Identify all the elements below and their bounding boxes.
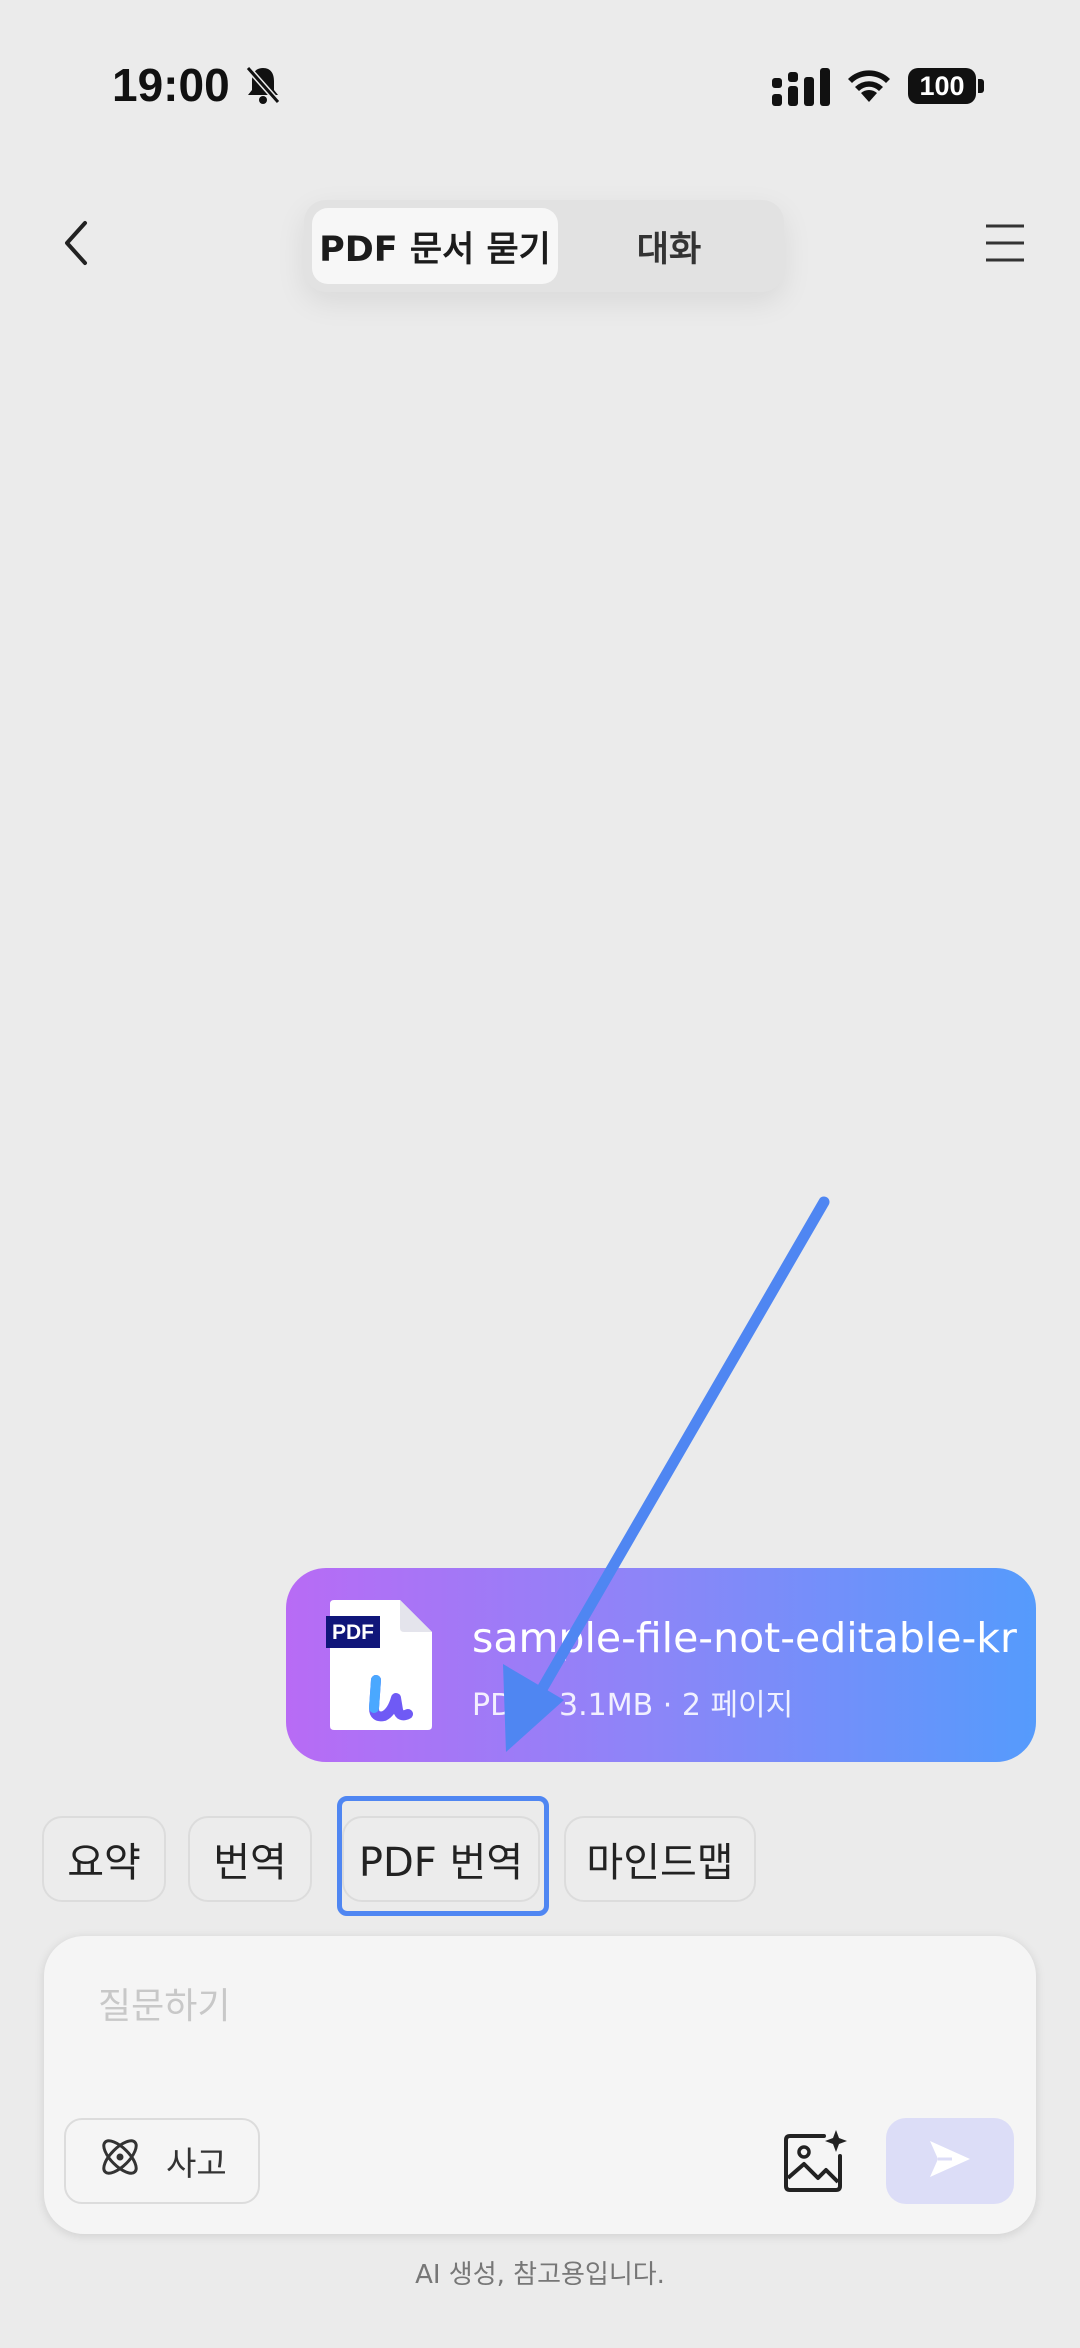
pdf-file-icon: PDF [326, 1598, 436, 1736]
image-sparkle-icon[interactable] [780, 2128, 850, 2198]
ai-disclaimer: AI 생성, 참고용입니다. [415, 2260, 665, 2290]
back-button[interactable] [36, 200, 116, 290]
composer: 사고 [44, 1936, 1036, 2234]
hamburger-menu-icon [984, 222, 1026, 268]
tab-pdf-question[interactable]: PDF 문서 묻기 [312, 208, 558, 284]
wifi-icon [846, 66, 892, 108]
pdf-badge-text: PDF [332, 1621, 374, 1644]
chevron-left-icon [61, 219, 91, 271]
send-icon [928, 2139, 972, 2183]
battery-icon: 100 [908, 68, 976, 104]
file-name: sample-file-not-editable-kr [472, 1614, 1017, 1662]
chip-translate[interactable]: 번역 [188, 1816, 312, 1902]
atom-icon [96, 2133, 144, 2189]
status-time: 19:00 [112, 59, 230, 111]
send-button[interactable] [886, 2118, 1014, 2204]
bell-muted-icon [244, 64, 282, 110]
think-label: 사고 [166, 2144, 227, 2183]
think-toggle-button[interactable]: 사고 [64, 2118, 260, 2204]
file-meta: PDF · 3.1MB · 2 페이지 [472, 1688, 794, 1723]
highlight-box [337, 1796, 549, 1916]
menu-button[interactable] [962, 200, 1048, 290]
chip-summary[interactable]: 요약 [42, 1816, 166, 1902]
attached-file-card[interactable]: PDF sample-file-not-editable-kr PDF · 3.… [286, 1568, 1036, 1762]
chip-mindmap[interactable]: 마인드맵 [564, 1816, 756, 1902]
mode-switcher: PDF 문서 묻기 대화 [304, 200, 784, 292]
question-input[interactable] [98, 1976, 978, 2036]
signal-icon [772, 68, 830, 110]
battery-nub [978, 79, 984, 93]
tab-chat[interactable]: 대화 [562, 208, 776, 284]
